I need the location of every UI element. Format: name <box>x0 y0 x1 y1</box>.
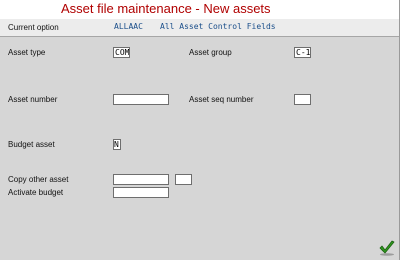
copy-other-asset-seq-field[interactable] <box>175 174 192 185</box>
title-bar: Asset file maintenance - New assets <box>0 0 400 20</box>
asset-type-label: Asset type <box>8 48 46 57</box>
asset-type-field[interactable]: COM <box>113 47 130 58</box>
copy-other-asset-field[interactable] <box>113 174 169 185</box>
asset-group-field[interactable]: C-1 <box>294 47 311 58</box>
asset-seq-number-field[interactable] <box>294 94 311 105</box>
asset-group-label: Asset group <box>189 48 232 57</box>
green-checkmark-icon <box>379 240 395 256</box>
current-option-description: All Asset Control Fields <box>160 22 276 31</box>
current-option-label: Current option <box>8 23 59 32</box>
current-option-bar: Current option ALLAAC All Asset Control … <box>0 19 400 37</box>
activate-budget-field[interactable] <box>113 187 169 198</box>
budget-asset-label: Budget asset <box>8 140 55 149</box>
activate-budget-label: Activate budget <box>8 188 64 197</box>
asset-seq-number-label: Asset seq number <box>189 95 254 104</box>
ok-button[interactable] <box>378 240 396 256</box>
asset-number-label: Asset number <box>8 95 58 104</box>
asset-number-field[interactable] <box>113 94 169 105</box>
page-title: Asset file maintenance - New assets <box>61 1 271 16</box>
copy-other-asset-label: Copy other asset <box>8 175 69 184</box>
current-option-code: ALLAAC <box>114 22 143 31</box>
budget-asset-field[interactable]: N <box>113 139 121 150</box>
